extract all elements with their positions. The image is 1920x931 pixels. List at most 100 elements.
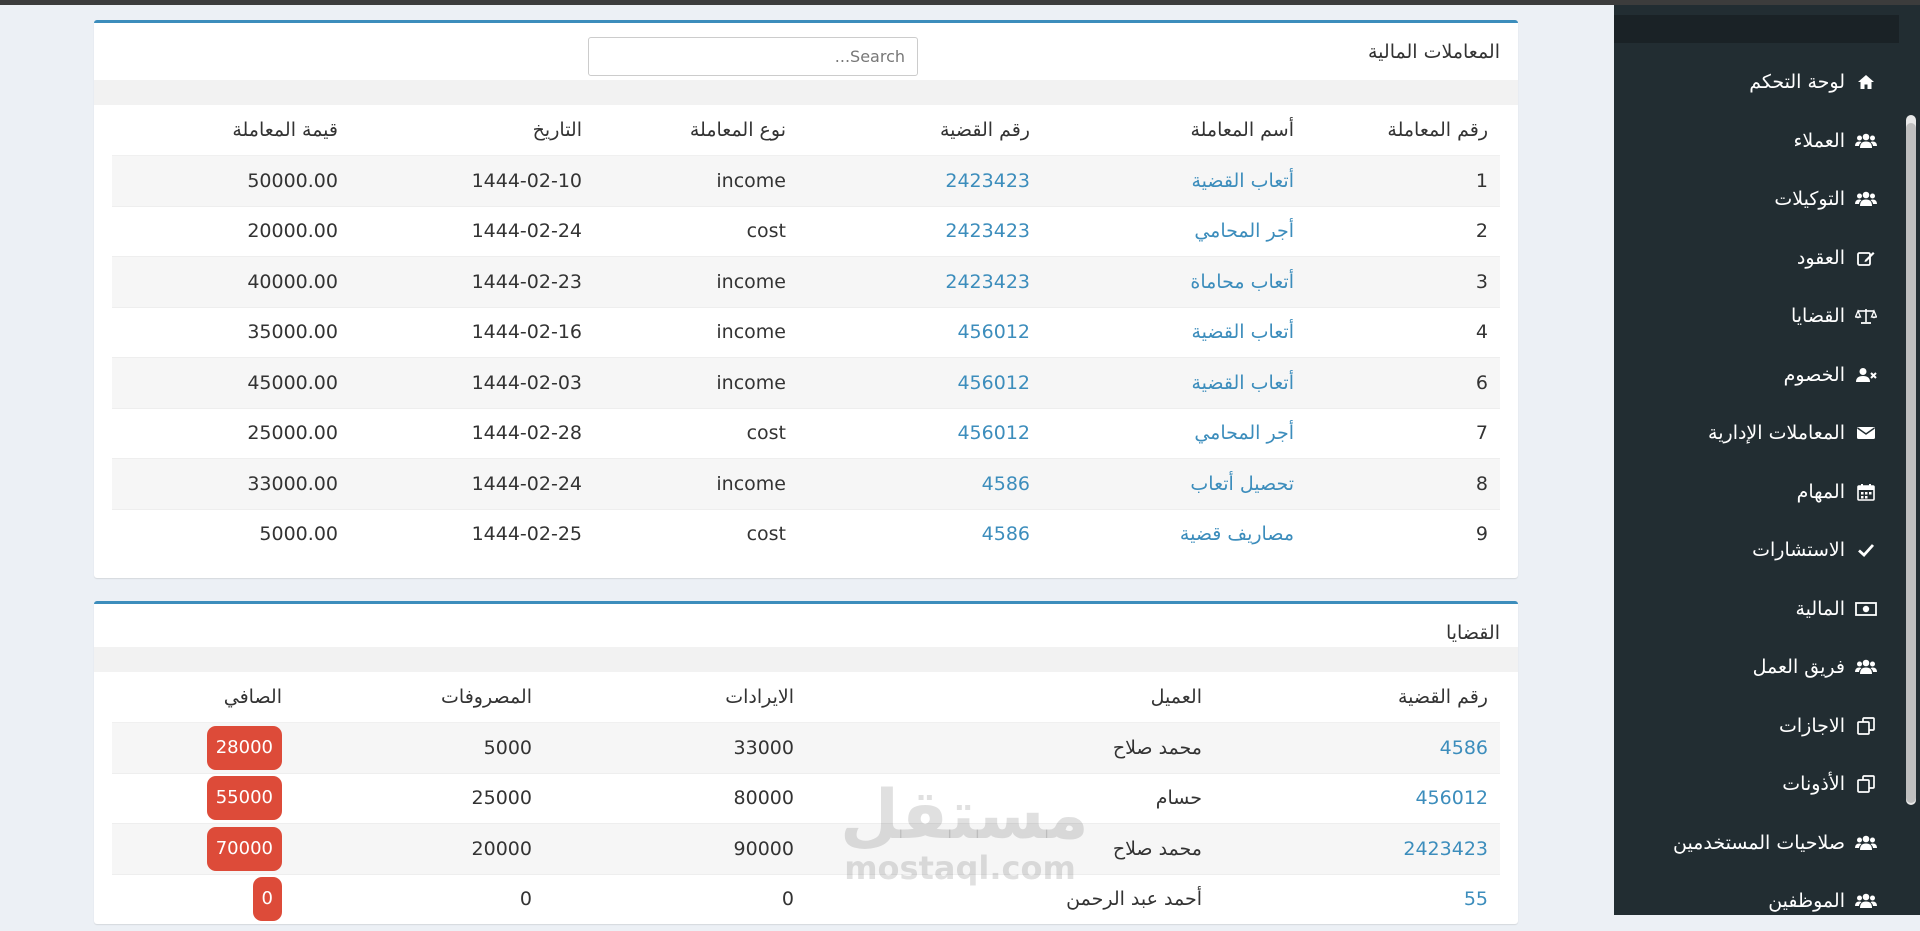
transaction-amount: 25000.00	[112, 407, 350, 459]
sidebar-item-label: المعاملات الإدارية	[1708, 422, 1845, 445]
case-number-link[interactable]: 4586	[1214, 722, 1500, 773]
expenses-value: 20000	[294, 823, 544, 874]
cases-title: القضايا	[1445, 622, 1500, 644]
sidebar-item-label: فريق العمل	[1752, 656, 1845, 679]
case-number-link[interactable]: 55	[1214, 873, 1500, 924]
column-header[interactable]: رقم القضية	[798, 105, 1042, 156]
column-header[interactable]: رقم المعاملة	[1306, 105, 1500, 156]
transaction-name-link[interactable]: تحصيل أتعاب	[1042, 458, 1306, 509]
transaction-number: 1	[1306, 155, 1500, 206]
transaction-type: cost	[594, 508, 798, 559]
transaction-name-link[interactable]: مصاريف قضية	[1042, 508, 1306, 559]
income-value: 33000	[544, 722, 806, 773]
transaction-date: 1444-02-10	[350, 155, 594, 206]
transaction-date: 1444-02-23	[350, 256, 594, 307]
sidebar-item-contracts[interactable]: العقود	[1614, 229, 1899, 288]
case-number-link[interactable]: 456012	[798, 306, 1042, 358]
sidebar-item-opponents[interactable]: الخصوم	[1614, 346, 1899, 405]
transaction-type: income	[594, 256, 798, 307]
watermark-logo-text: مستقل	[840, 776, 1089, 855]
transaction-name-link[interactable]: أجر المحامي	[1042, 205, 1306, 257]
sidebar-item-finance[interactable]: المالية	[1614, 580, 1899, 639]
case-number-link[interactable]: 2423423	[798, 155, 1042, 206]
transaction-type: income	[594, 458, 798, 509]
cases-toolbar-band	[94, 647, 1518, 672]
transaction-name-link[interactable]: أجر المحامي	[1042, 407, 1306, 459]
column-header[interactable]: المصروفات	[294, 672, 544, 723]
table-row: 55 أحمد عبد الرحمن 0 0 0	[112, 873, 1500, 924]
table-row: 456012 حسام 80000 25000 55000	[112, 772, 1500, 824]
transaction-number: 8	[1306, 458, 1500, 509]
transaction-name-link[interactable]: أتعاب محاماة	[1042, 256, 1306, 307]
copy-icon	[1853, 775, 1879, 794]
case-number-link[interactable]: 2423423	[798, 205, 1042, 257]
sidebar-item-clients[interactable]: العملاء	[1614, 112, 1899, 171]
transaction-type: cost	[594, 407, 798, 459]
column-header[interactable]: العميل	[806, 672, 1214, 723]
case-number-link[interactable]: 456012	[798, 407, 1042, 459]
sidebar-header-strip	[1614, 15, 1899, 43]
case-number-link[interactable]: 2423423	[1214, 823, 1500, 874]
transaction-date: 1444-02-25	[350, 508, 594, 559]
sidebar-item-user-roles[interactable]: صلاحيات المستخدمين	[1614, 814, 1899, 873]
transaction-type: cost	[594, 205, 798, 257]
net-cell: 55000	[112, 772, 294, 824]
sidebar-item-tasks[interactable]: المهام	[1614, 463, 1899, 522]
case-number-link[interactable]: 456012	[1214, 772, 1500, 824]
sidebar-item-power-of-attorney[interactable]: التوكيلات	[1614, 170, 1899, 229]
case-number-link[interactable]: 2423423	[798, 256, 1042, 307]
sidebar-scrollbar-thumb[interactable]	[1906, 123, 1916, 803]
column-header[interactable]: نوع المعاملة	[594, 105, 798, 156]
sidebar-item-label: صلاحيات المستخدمين	[1672, 831, 1845, 854]
table-row: 4 أتعاب القضية 456012 income 1444-02-16 …	[112, 306, 1500, 358]
transactions-box: المعاملات المالية رقم المعاملة أسم المعا…	[94, 20, 1518, 578]
watermark-url: mostaql.com	[844, 849, 1076, 887]
sidebar-item-employees[interactable]: الموظفين	[1614, 872, 1899, 931]
column-header[interactable]: التاريخ	[350, 105, 594, 156]
sidebar-menu: لوحة التحكم العملاء التوكيلات العقود الق…	[1614, 53, 1899, 931]
money-icon	[1853, 601, 1879, 617]
sidebar-item-cases[interactable]: القضايا	[1614, 287, 1899, 346]
sidebar-item-consultations[interactable]: الاستشارات	[1614, 521, 1899, 580]
users-icon	[1853, 835, 1879, 851]
column-header[interactable]: أسم المعاملة	[1042, 105, 1306, 156]
case-number-link[interactable]: 4586	[798, 458, 1042, 509]
column-header[interactable]: الايرادات	[544, 672, 806, 723]
transaction-date: 1444-02-24	[350, 458, 594, 509]
sidebar-item-team[interactable]: فريق العمل	[1614, 638, 1899, 697]
net-badge: 55000	[206, 776, 282, 821]
table-row: 2 أجر المحامي 2423423 cost 1444-02-24 20…	[112, 205, 1500, 257]
sidebar-item-label: الخصوم	[1783, 363, 1845, 386]
table-row: 1 أتعاب القضية 2423423 income 1444-02-10…	[112, 155, 1500, 206]
case-number-link[interactable]: 456012	[798, 357, 1042, 408]
transaction-name-link[interactable]: أتعاب القضية	[1042, 357, 1306, 408]
sidebar-item-admin-transactions[interactable]: المعاملات الإدارية	[1614, 404, 1899, 463]
sidebar-item-vacations[interactable]: الاجازات	[1614, 697, 1899, 756]
sidebar-item-label: الموظفين	[1768, 890, 1845, 913]
column-header[interactable]: رقم القضية	[1214, 672, 1500, 723]
transaction-name-link[interactable]: أتعاب القضية	[1042, 306, 1306, 358]
transaction-amount: 35000.00	[112, 306, 350, 358]
user-times-icon	[1853, 367, 1879, 383]
cases-box: القضايا رقم القضية العميل الايرادات المص…	[94, 601, 1518, 924]
sidebar-item-label: المالية	[1795, 597, 1845, 620]
table-header-row: رقم المعاملة أسم المعاملة رقم القضية نوع…	[112, 105, 1500, 156]
case-number-link[interactable]: 4586	[798, 508, 1042, 559]
sidebar-item-label: الاجازات	[1779, 714, 1845, 737]
transaction-amount: 50000.00	[112, 155, 350, 206]
search-input[interactable]	[588, 37, 918, 76]
transactions-table: رقم المعاملة أسم المعاملة رقم القضية نوع…	[112, 105, 1500, 559]
cases-table: رقم القضية العميل الايرادات المصروفات ال…	[112, 672, 1500, 924]
table-toolbar-band	[94, 80, 1518, 105]
home-icon	[1853, 74, 1879, 90]
transaction-date: 1444-02-03	[350, 357, 594, 408]
transaction-number: 7	[1306, 407, 1500, 459]
sidebar-item-permissions[interactable]: الأذونات	[1614, 755, 1899, 814]
sidebar-item-dashboard[interactable]: لوحة التحكم	[1614, 53, 1899, 112]
transaction-name-link[interactable]: أتعاب القضية	[1042, 155, 1306, 206]
table-row: 8 تحصيل أتعاب 4586 income 1444-02-24 330…	[112, 458, 1500, 509]
sidebar-item-label: العملاء	[1793, 129, 1846, 152]
column-header[interactable]: الصافي	[112, 672, 294, 723]
calendar-icon	[1853, 483, 1879, 501]
column-header[interactable]: قيمة المعاملة	[112, 105, 350, 156]
